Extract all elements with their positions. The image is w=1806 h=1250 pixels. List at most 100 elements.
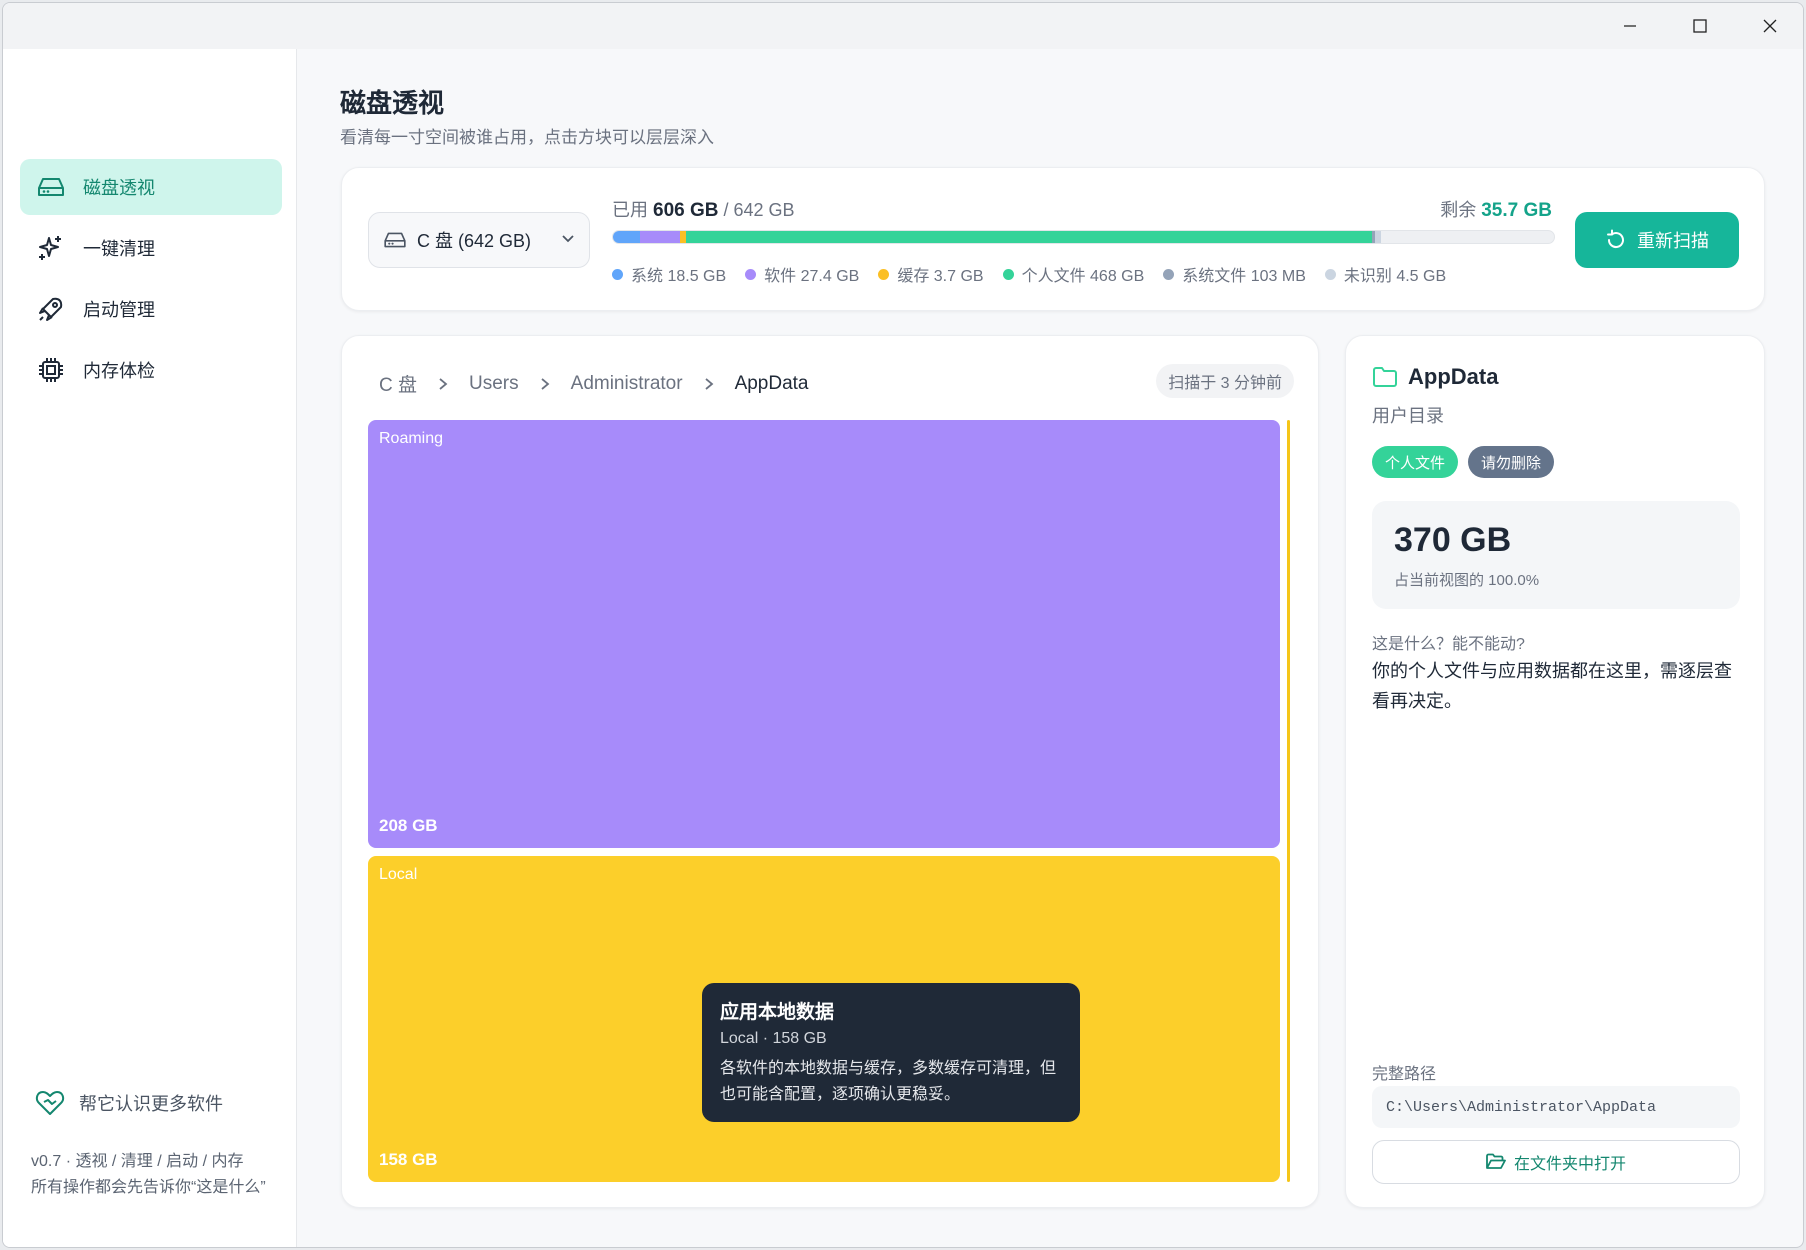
sidebar-item-label: 一键清理: [83, 239, 155, 259]
path-label: 完整路径: [1372, 1066, 1437, 1083]
tile-size: 208 GB: [379, 816, 438, 835]
minimize-icon: [1624, 25, 1636, 27]
usage-bar-segment: [1374, 231, 1382, 243]
sidebar-item-label: 内存体检: [83, 361, 155, 381]
treemap-tile-roaming[interactable]: Roaming 208 GB: [368, 420, 1280, 848]
used-value: 606 GB: [653, 200, 719, 221]
legend-dot: [1163, 268, 1175, 280]
version-line: v0.7 · 透视 / 清理 / 启动 / 内存: [31, 1153, 244, 1170]
promise-line: 所有操作都会先告诉你“这是什么”: [31, 1179, 266, 1196]
sidebar-item-memory[interactable]: 内存体检: [20, 342, 282, 398]
explanation-text: 你的个人文件与应用数据都在这里，需逐层查看再决定。: [1372, 661, 1732, 711]
treemap-tile-small[interactable]: [1287, 420, 1290, 1182]
remaining-summary: 剩余 35.7 GB: [1440, 196, 1552, 222]
scan-time-badge: 扫描于 3 分钟前: [1156, 364, 1294, 398]
sidebar-item-cleanup[interactable]: 一键清理: [20, 220, 282, 276]
refresh-icon: [1605, 229, 1627, 251]
size-stat: 370 GB 占当前视图的 100.0%: [1372, 501, 1740, 609]
used-summary: 已用 606 GB / 642 GB: [612, 200, 795, 221]
breadcrumb-item[interactable]: Users: [469, 373, 519, 395]
detail-size: 370 GB: [1394, 521, 1512, 559]
rocket-icon: [35, 293, 67, 325]
detail-name: AppData: [1408, 364, 1499, 389]
rescan-button[interactable]: 重新扫描: [1575, 212, 1739, 268]
tile-name: Local: [379, 866, 418, 883]
drive-select[interactable]: C 盘 (642 GB): [368, 212, 590, 268]
breadcrumb: C 盘 Users Administrator AppData: [379, 370, 809, 397]
detail-panel: AppData 用户目录 个人文件 请勿删除 370 GB 占当前视图的 100…: [1345, 335, 1765, 1208]
treemap-card: C 盘 Users Administrator AppData 扫描于 3 分钟…: [341, 335, 1319, 1208]
usage-bar-segment: [613, 231, 641, 243]
chip-icon: [35, 354, 67, 386]
maximize-button[interactable]: [1665, 3, 1735, 49]
usage-bar: [612, 230, 1555, 244]
help-label: 帮它认识更多软件: [79, 1094, 223, 1114]
tooltip-description: 各软件的本地数据与缓存，多数缓存可清理，但也可能含配置，逐项确认更稳妥。: [720, 1060, 1057, 1103]
rescan-label: 重新扫描: [1637, 231, 1709, 251]
page-title: 磁盘透视: [340, 88, 445, 118]
legend-label: 个人文件 468 GB: [1021, 268, 1145, 285]
detail-tags: 个人文件 请勿删除: [1372, 446, 1564, 478]
disk-usage-card: C 盘 (642 GB) 已用 606 GB / 642 GB 剩余 35.7 …: [341, 167, 1765, 311]
sidebar-item-disk[interactable]: 磁盘透视: [20, 159, 282, 215]
legend-label: 缓存 3.7 GB: [897, 268, 984, 285]
heart-handshake-icon: [35, 1089, 65, 1117]
legend-label: 软件 27.4 GB: [764, 268, 860, 285]
tooltip-title: 应用本地数据: [720, 1002, 835, 1023]
detail-category: 用户目录: [1372, 406, 1444, 426]
question-label: 这是什么？能不能动?: [1372, 636, 1525, 653]
sparkles-icon: [35, 232, 67, 264]
legend-item: 个人文件 468 GB: [1002, 262, 1145, 286]
tile-name: Roaming: [379, 430, 444, 447]
legend-dot: [745, 268, 757, 280]
minimize-button[interactable]: [1595, 3, 1665, 49]
legend-dot: [878, 268, 890, 280]
title-bar: [3, 3, 1803, 49]
usage-bar-segment: [685, 231, 1372, 243]
legend-label: 系统 18.5 GB: [631, 268, 727, 285]
open-in-folder-button[interactable]: 在文件夹中打开: [1372, 1140, 1740, 1184]
maximize-icon: [1693, 19, 1707, 33]
detail-share: 占当前视图的 100.0%: [1394, 572, 1540, 589]
remain-value: 35.7 GB: [1481, 200, 1552, 221]
tile-tooltip: 应用本地数据 Local · 158 GB 各软件的本地数据与缓存，多数缓存可清…: [702, 983, 1080, 1122]
folder-open-icon: [1486, 1153, 1506, 1171]
usage-legend: 系统 18.5 GB 软件 27.4 GB 缓存 3.7 GB 个人文件 468 GB…: [612, 262, 1465, 286]
sidebar: 磁盘透视 一键清理 启动管理 内存体检 帮它认识更多软件 v0.7 · 透视 /…: [3, 49, 297, 1247]
breadcrumb-item[interactable]: Administrator: [571, 373, 683, 395]
version-note: v0.7 · 透视 / 清理 / 启动 / 内存 所有操作都会先告诉你“这是什么…: [31, 1149, 271, 1201]
help-identify-link[interactable]: 帮它认识更多软件: [35, 1089, 223, 1117]
legend-item: 缓存 3.7 GB: [878, 262, 984, 286]
open-button-label: 在文件夹中打开: [1513, 1156, 1626, 1173]
chevron-down-icon: [561, 231, 575, 245]
detail-title: AppData: [1372, 364, 1498, 390]
tag-do-not-delete: 请勿删除: [1468, 446, 1555, 478]
chevron-right-icon: [437, 377, 449, 391]
full-path-field[interactable]: C:\Users\Administrator\AppData: [1372, 1086, 1740, 1128]
tooltip-meta: Local · 158 GB: [720, 1030, 827, 1047]
legend-dot: [1002, 268, 1014, 280]
breadcrumb-current: AppData: [734, 372, 809, 394]
page-subtitle: 看清每一寸空间被谁占用，点击方块可以层层深入: [340, 128, 714, 147]
app-window: 磁盘透视 一键清理 启动管理 内存体检 帮它认识更多软件 v0.7 · 透视 /…: [2, 2, 1804, 1248]
hard-drive-icon: [383, 231, 407, 249]
used-prefix: 已用: [612, 200, 648, 220]
close-icon: [1763, 19, 1777, 33]
total-value: 642 GB: [733, 200, 795, 220]
legend-label: 系统文件 103 MB: [1182, 268, 1306, 285]
breadcrumb-item[interactable]: C 盘: [379, 370, 417, 397]
chevron-right-icon: [539, 377, 551, 391]
hard-drive-icon: [35, 171, 67, 203]
legend-item: 未识别 4.5 GB: [1324, 262, 1447, 286]
sidebar-item-label: 磁盘透视: [83, 178, 155, 198]
tile-size: 158 GB: [379, 1150, 438, 1169]
legend-item: 软件 27.4 GB: [745, 262, 859, 286]
close-button[interactable]: [1735, 3, 1803, 49]
legend-item: 系统 18.5 GB: [612, 262, 726, 286]
sidebar-item-startup[interactable]: 启动管理: [20, 281, 282, 337]
drive-select-value: C 盘 (642 GB): [417, 231, 532, 251]
legend-dot: [612, 268, 623, 280]
legend-label: 未识别 4.5 GB: [1343, 268, 1447, 285]
remain-label: 剩余: [1440, 200, 1477, 220]
chevron-right-icon: [703, 377, 715, 391]
